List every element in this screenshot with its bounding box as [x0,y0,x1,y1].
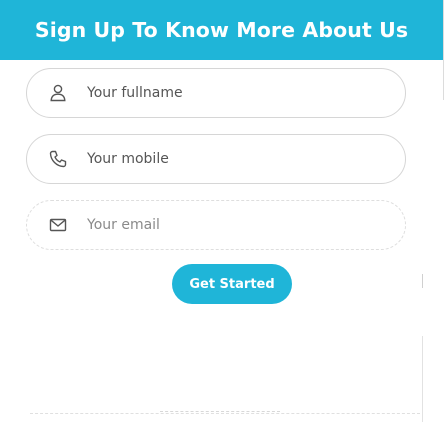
signup-page: Sign Up To Know More About Us Your fulln… [0,0,448,442]
divider [30,413,420,414]
phone-icon [47,148,69,170]
email-input[interactable] [87,217,367,233]
divider [422,336,423,422]
fullname-field[interactable] [26,68,406,118]
user-icon [47,82,69,104]
mobile-input[interactable] [87,151,367,167]
divider [443,0,444,100]
get-started-button[interactable]: Get Started [172,264,292,304]
fullname-input[interactable] [87,85,367,101]
divider [160,411,280,412]
mobile-field[interactable] [26,134,406,184]
email-field[interactable] [26,200,406,250]
header-banner: Sign Up To Know More About Us [0,0,443,60]
page-title: Sign Up To Know More About Us [34,18,409,42]
divider [422,274,423,288]
mail-icon [47,214,69,236]
